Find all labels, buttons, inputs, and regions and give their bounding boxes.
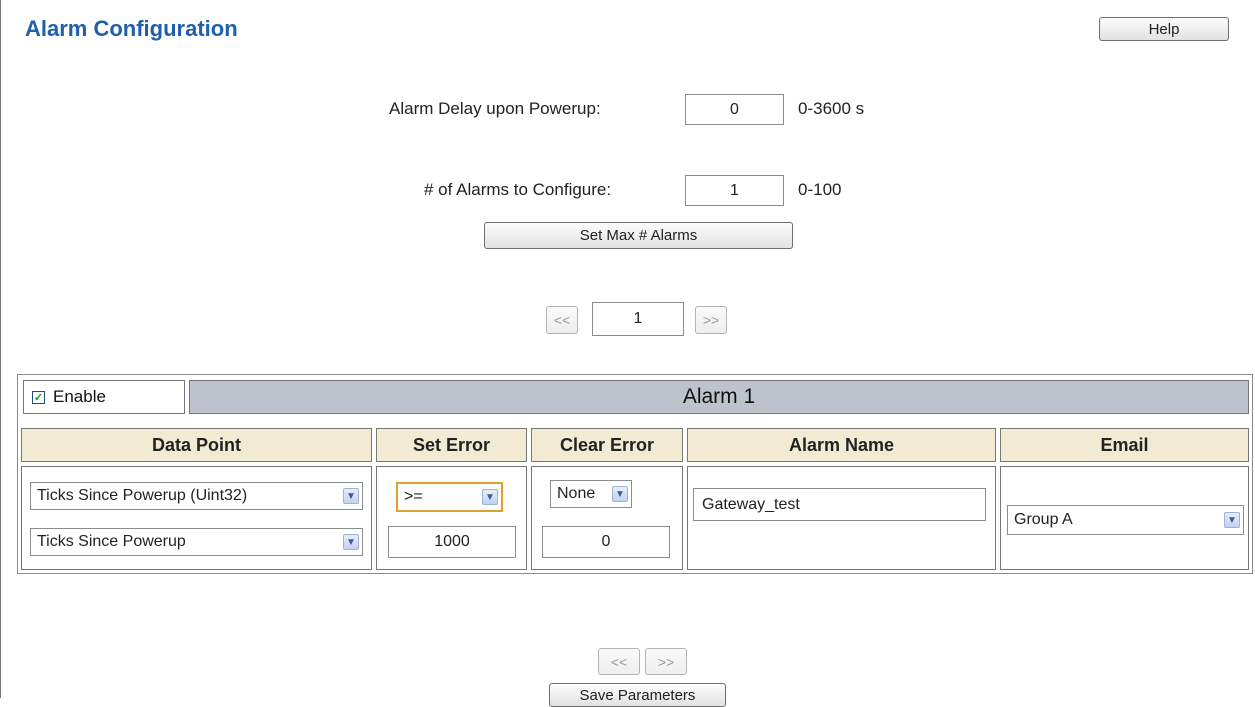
chevron-down-icon: ▼ bbox=[612, 486, 628, 502]
page-number-input[interactable]: 1 bbox=[592, 302, 684, 336]
set-max-alarms-button[interactable]: Set Max # Alarms bbox=[484, 222, 793, 249]
column-header-data-point: Data Point bbox=[21, 428, 372, 462]
chevron-down-icon: ▼ bbox=[1224, 512, 1240, 528]
chevron-down-icon: ▼ bbox=[482, 489, 498, 505]
email-group-value: Group A bbox=[1014, 511, 1073, 528]
num-alarms-label: # of Alarms to Configure: bbox=[424, 180, 612, 199]
set-error-operator-select[interactable]: >= ▼ bbox=[396, 482, 503, 512]
prev-page-button[interactable]: << bbox=[546, 306, 578, 334]
clear-error-value-input[interactable]: 0 bbox=[542, 526, 670, 558]
next-page-button[interactable]: >> bbox=[695, 306, 727, 334]
data-point-select-value: Ticks Since Powerup (Uint32) bbox=[37, 487, 248, 504]
bottom-prev-page-button[interactable]: << bbox=[598, 648, 640, 675]
clear-error-operator-value: None bbox=[557, 485, 596, 502]
data-point-select[interactable]: Ticks Since Powerup (Uint32) ▼ bbox=[30, 482, 363, 510]
num-alarms-range: 0-100 bbox=[798, 180, 842, 199]
alarm-name-input[interactable]: Gateway_test bbox=[693, 488, 986, 521]
column-header-clear-error: Clear Error bbox=[531, 428, 683, 462]
data-point-sub-select-value: Ticks Since Powerup bbox=[37, 533, 186, 550]
chevron-down-icon: ▼ bbox=[343, 534, 359, 550]
page-title: Alarm Configuration bbox=[25, 16, 238, 41]
bottom-next-page-button[interactable]: >> bbox=[645, 648, 687, 675]
alarm-delay-input[interactable]: 0 bbox=[685, 94, 784, 125]
column-header-set-error: Set Error bbox=[376, 428, 527, 462]
enable-checkbox[interactable]: ✓ bbox=[32, 390, 45, 404]
column-header-email: Email bbox=[1000, 428, 1249, 462]
data-point-sub-select[interactable]: Ticks Since Powerup ▼ bbox=[30, 528, 363, 556]
help-button[interactable]: Help bbox=[1099, 17, 1229, 41]
clear-error-operator-select[interactable]: None ▼ bbox=[550, 480, 632, 508]
column-header-alarm-name: Alarm Name bbox=[687, 428, 996, 462]
alarm-delay-label: Alarm Delay upon Powerup: bbox=[389, 99, 601, 118]
chevron-down-icon: ▼ bbox=[343, 488, 359, 504]
enable-label: Enable bbox=[53, 387, 106, 406]
save-parameters-button[interactable]: Save Parameters bbox=[549, 683, 726, 707]
set-error-operator-value: >= bbox=[404, 488, 423, 505]
alarm-title: Alarm 1 bbox=[189, 380, 1249, 414]
set-error-value-input[interactable]: 1000 bbox=[388, 526, 516, 558]
email-group-select[interactable]: Group A ▼ bbox=[1007, 505, 1244, 535]
alarm-delay-range: 0-3600 s bbox=[798, 99, 865, 118]
num-alarms-input[interactable]: 1 bbox=[685, 175, 784, 206]
enable-cell[interactable]: ✓ Enable bbox=[23, 380, 185, 414]
